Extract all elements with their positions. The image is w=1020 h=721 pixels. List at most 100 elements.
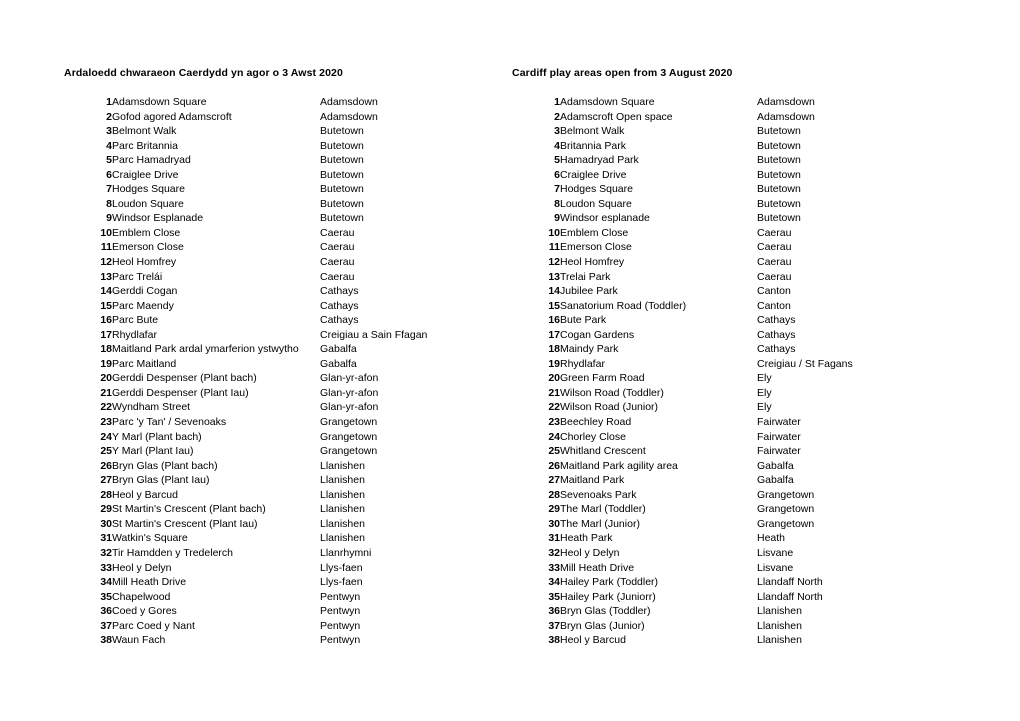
play-area-name: Tir Hamdden y Tredelerch <box>112 546 233 559</box>
play-area-name: Y Marl (Plant bach) <box>112 430 202 443</box>
row-number: 16 <box>100 314 112 327</box>
table-row: 36 Bryn Glas (Toddler) Llanishen <box>538 604 853 619</box>
play-area-name: Hodges Square <box>560 183 633 196</box>
play-area-name: The Marl (Toddler) <box>560 503 646 516</box>
table-row: 36 Coed y Gores Pentwyn <box>90 604 427 619</box>
table-row: 14 Gerddi Cogan Cathays <box>90 284 427 299</box>
row-number: 7 <box>554 183 560 196</box>
row-number: 2 <box>106 110 112 123</box>
table-row: 8 Loudon Square Butetown <box>90 197 427 212</box>
row-number: 25 <box>100 445 112 458</box>
table-row: 25 Whitland Crescent Fairwater <box>538 444 853 459</box>
row-number: 30 <box>100 517 112 530</box>
row-number: 3 <box>106 125 112 138</box>
play-area-name: Mill Heath Drive <box>560 561 635 574</box>
table-row: 15 Parc Maendy Cathays <box>90 299 427 314</box>
play-area-name: Emerson Close <box>560 241 632 254</box>
row-number: 37 <box>100 619 112 632</box>
play-area-name: Cogan Gardens <box>560 328 635 341</box>
table-row: 4 Britannia Park Butetown <box>538 139 853 154</box>
row-number: 24 <box>100 430 112 443</box>
row-number: 13 <box>100 270 112 283</box>
play-area-name: Loudon Square <box>560 197 632 210</box>
row-number: 13 <box>548 270 560 283</box>
row-number: 19 <box>548 357 560 370</box>
table-row: 22 Wyndham Street Glan-yr-afon <box>90 400 427 415</box>
table-row: 19 Parc Maitland Gabalfa <box>90 357 427 372</box>
play-area-name: Bryn Glas (Toddler) <box>560 605 651 618</box>
play-area-name: Belmont Walk <box>560 125 625 138</box>
row-number: 34 <box>100 576 112 589</box>
table-row: 12 Heol Homfrey Caerau <box>538 255 853 270</box>
table-row: 27 Maitland Park Gabalfa <box>538 473 853 488</box>
district-name: Fairwater <box>757 416 801 429</box>
play-area-name: Maitland Park <box>560 474 625 487</box>
row-number: 15 <box>100 299 112 312</box>
table-row: 6 Craiglee Drive Butetown <box>538 168 853 183</box>
row-number: 28 <box>100 488 112 501</box>
table-row: 23 Beechley Road Fairwater <box>538 415 853 430</box>
row-number: 27 <box>548 474 560 487</box>
district-name: Llanishen <box>320 532 365 545</box>
district-name: Llanishen <box>320 459 365 472</box>
play-area-name: Adamscroft Open space <box>560 110 673 123</box>
table-row: 38 Waun Fach Pentwyn <box>90 633 427 648</box>
table-row: 30 The Marl (Junior) Grangetown <box>538 517 853 532</box>
play-area-name: Y Marl (Plant Iau) <box>112 445 194 458</box>
table-row: 24 Y Marl (Plant bach) Grangetown <box>90 430 427 445</box>
row-number: 20 <box>100 372 112 385</box>
page-title-english: Cardiff play areas open from 3 August 20… <box>512 67 733 79</box>
play-area-name: Trelai Park <box>560 270 611 283</box>
table-row: 31 Watkin's Square Llanishen <box>90 531 427 546</box>
table-row: 30 St Martin's Crescent (Plant Iau) Llanis… <box>90 517 427 532</box>
row-number: 4 <box>106 139 112 152</box>
table-row: 5 Hamadryad Park Butetown <box>538 153 853 168</box>
district-name: Adamsdown <box>757 110 815 123</box>
table-row: 28 Heol y Barcud Llanishen <box>90 488 427 503</box>
row-number: 35 <box>548 590 560 603</box>
row-number: 33 <box>100 561 112 574</box>
play-area-name: Britannia Park <box>560 139 626 152</box>
row-number: 21 <box>100 386 112 399</box>
district-name: Caerau <box>320 256 355 269</box>
row-number: 2 <box>554 110 560 123</box>
table-row: 33 Heol y Delyn Llys-faen <box>90 561 427 576</box>
row-number: 14 <box>548 285 560 298</box>
table-row: 22 Wilson Road (Junior) Ely <box>538 400 853 415</box>
page-title-welsh: Ardaloedd chwaraeon Caerdydd yn agor o 3… <box>64 67 343 79</box>
row-number: 30 <box>548 517 560 530</box>
row-number: 33 <box>548 561 560 574</box>
row-number: 26 <box>548 459 560 472</box>
play-area-name: Adamsdown Square <box>112 96 207 108</box>
table-row: 19 Rhydlafar Creigiau / St Fagans <box>538 357 853 372</box>
row-number: 28 <box>548 488 560 501</box>
row-number: 29 <box>548 503 560 516</box>
play-area-name: Chorley Close <box>560 430 626 443</box>
table-row: 18 Maitland Park ardal ymarferion ystwyth… <box>90 342 427 357</box>
table-row: 34 Hailey Park (Toddler) Llandaff North <box>538 575 853 590</box>
table-row: 26 Bryn Glas (Plant bach) Llanishen <box>90 459 427 474</box>
district-name: Grangetown <box>320 445 378 458</box>
district-name: Canton <box>757 299 791 312</box>
district-name: Ely <box>757 401 772 414</box>
table-row: 24 Chorley Close Fairwater <box>538 430 853 445</box>
district-name: Grangetown <box>757 488 815 501</box>
district-name: Llanishen <box>320 517 365 530</box>
table-row: 14 Jubilee Park Canton <box>538 284 853 299</box>
row-number: 9 <box>106 212 112 225</box>
play-area-name: Parc Trelái <box>112 270 163 283</box>
district-name: Llys-faen <box>320 561 363 574</box>
play-area-name: Heol y Barcud <box>560 634 626 647</box>
table-row: 2 Gofod agored Adamscroft Adamsdown <box>90 110 427 125</box>
table-row: 20 Green Farm Road Ely <box>538 371 853 386</box>
table-row: 16 Bute Park Cathays <box>538 313 853 328</box>
play-area-name: Parc Britannia <box>112 139 178 152</box>
district-name: Creigiau / St Fagans <box>757 357 853 370</box>
row-number: 8 <box>554 197 560 210</box>
district-name: Butetown <box>757 125 801 138</box>
district-name: Grangetown <box>757 503 815 516</box>
row-number: 5 <box>106 154 112 167</box>
play-area-name: Rhydlafar <box>560 357 605 370</box>
row-number: 22 <box>548 401 560 414</box>
table-row: 28 Sevenoaks Park Grangetown <box>538 488 853 503</box>
